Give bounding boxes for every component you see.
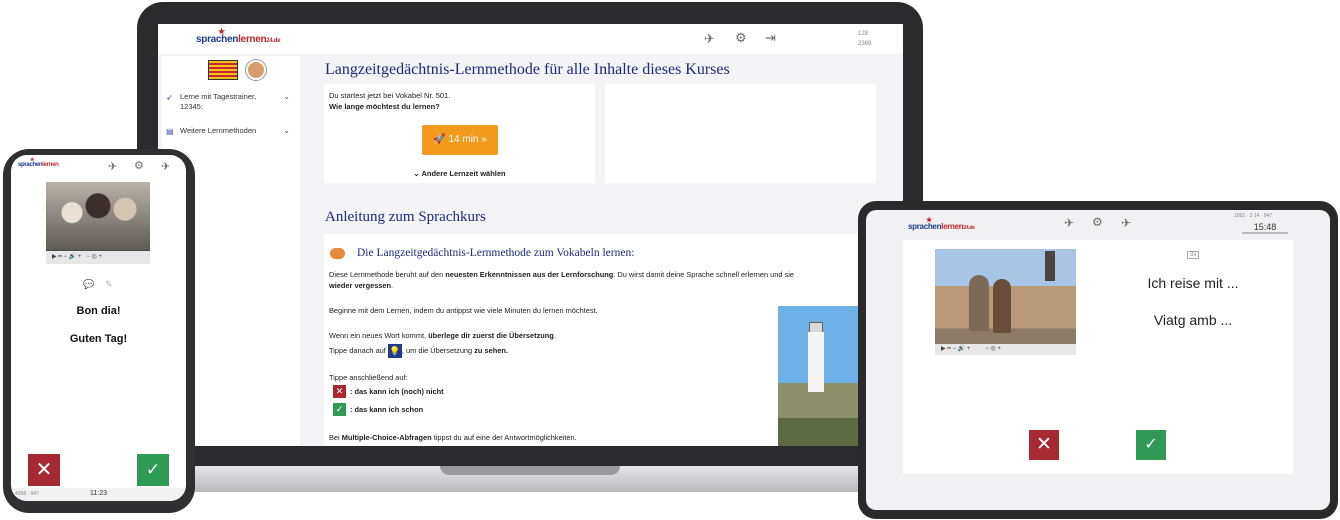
guide-paragraph-3: Wenn ein neues Wort kommt, überlege dir … [329, 331, 556, 340]
business-people-image [46, 182, 150, 250]
guide-paragraph-1: Diese Lernmethode beruht auf den neueste… [329, 270, 795, 279]
word-source: Ich reise mit ... [1147, 275, 1239, 291]
phrase-translation: Guten Tag! [69, 333, 128, 345]
plane-off-icon[interactable]: ✈ [704, 32, 715, 45]
video-player[interactable]: ▶ ━ − 🔊 + − ◎ + [935, 249, 1076, 355]
check-icon: ✓ [333, 403, 346, 416]
brand-logo[interactable]: ★ sprachenlernen24.de [196, 27, 280, 45]
guide-paragraph-1-cont: wieder vergessen. [329, 281, 394, 290]
plane-icon[interactable]: ✈ [161, 162, 170, 173]
start-card: Du startest jetzt bei Vokabel Nr. 501. W… [324, 84, 595, 183]
chevron-down-icon: ⌄ [283, 126, 290, 135]
timer: 15:48 [1242, 222, 1288, 234]
gear-icon[interactable]: ⚙ [735, 31, 747, 44]
logout-icon[interactable]: ⇥ [765, 31, 776, 44]
guide-paragraph-6: Bei Multiple-Choice-Abfragen tippst du a… [329, 433, 577, 442]
rocket-icon: ➶ [166, 93, 173, 102]
close-icon: ✕ [333, 385, 346, 398]
guide-paragraph-5: Tippe anschließend auf: [329, 373, 408, 382]
top-bar: ★ sprachenlernen24.de ✈ ⚙ ⇥ 128 2389 [158, 24, 903, 54]
video-controls[interactable]: ▶ ━ − 🔊 + − ◎ + [935, 344, 1076, 355]
laptop-notch [440, 466, 620, 475]
phone-status-bar: 4098 · 947 11:23 [11, 488, 186, 501]
empty-card [605, 84, 876, 183]
dont-know-button[interactable]: ✕ [28, 454, 60, 486]
catalan-flag-icon[interactable] [208, 60, 238, 80]
page-title: Langzeitgedächtnis-Lernmethode für alle … [325, 61, 730, 78]
chevron-down-icon: ⌄ [283, 92, 290, 101]
lightbulb-icon: 💡 [387, 344, 402, 358]
avatar[interactable] [246, 60, 266, 80]
option-no-label: : das kann ich (noch) nicht [350, 387, 444, 396]
know-button[interactable]: ✓ [137, 454, 169, 486]
other-time-link[interactable]: ⌄ Andere Lernzeit wählen [324, 169, 595, 178]
main-content: Langzeitgedächtnis-Lernmethode für alle … [304, 54, 903, 446]
dont-know-button[interactable]: ✕ [1029, 430, 1059, 460]
video-player[interactable]: ▶ ━ − 🔊 + − ◎ + [46, 182, 150, 264]
lighthouse-image [778, 306, 858, 446]
devices-showcase: ★ sprachenlernen24.de ✈ ⚙ ⇥ 128 2389 ➶ L… [0, 0, 1340, 520]
guide-paragraph-4: Tippe danach auf 💡, um die Übersetzung z… [329, 344, 508, 358]
flashcard: ▶ ━ − 🔊 + − ◎ + 3x Ich reise mit ... Via… [903, 240, 1293, 474]
burger-icon [330, 248, 345, 259]
guide-title: Anleitung zum Sprachkurs [325, 209, 486, 225]
header-stats: 1092 · 3 14 · 947 [1234, 213, 1273, 219]
phone-screen: ★ sprachenlernen ✈ ⚙ ✈ ▶ ━ − 🔊 + − ◎ + 💬… [11, 155, 186, 501]
star-icon: ★ [30, 157, 35, 163]
guide-heading: Die Langzeitgedächtnis-Lernmethode zum V… [357, 247, 635, 259]
repeat-badge: 3x [1187, 251, 1200, 259]
header-stats: 128 2389 [858, 31, 872, 47]
tablet-screen: ★ sprachenlernen24.de ✈ ⚙ ✈ 1092 · 3 14 … [866, 210, 1330, 510]
start-time-button[interactable]: 🚀 14 min » [422, 125, 498, 155]
gear-icon[interactable]: ⚙ [134, 161, 144, 172]
guide-paragraph-2: Beginne mit dem Lernen, indem du antipps… [329, 306, 598, 315]
guide-card: Die Langzeitgedächtnis-Lernmethode zum V… [324, 234, 903, 446]
laptop-screen: ★ sprachenlernen24.de ✈ ⚙ ⇥ 128 2389 ➶ L… [158, 24, 903, 446]
book-icon: ▤ [166, 127, 174, 136]
speech-bubble-icon[interactable]: 💬 [83, 280, 94, 289]
star-icon: ★ [218, 27, 225, 36]
brand-logo[interactable]: ★ sprachenlernen [18, 157, 59, 168]
video-controls[interactable]: ▶ ━ − 🔊 + − ◎ + [46, 251, 150, 264]
brand-logo[interactable]: ★ sprachenlernen24.de [908, 217, 975, 231]
know-button[interactable]: ✓ [1136, 430, 1166, 460]
plane-off-icon[interactable]: ✈ [1064, 217, 1074, 229]
tourist-image [969, 275, 989, 331]
pencil-icon[interactable]: ✎ [105, 280, 113, 289]
option-yes-label: : das kann ich schon [350, 405, 424, 414]
phrase-source: Bon dia! [76, 305, 121, 317]
word-translation: Viatg amb ... [1153, 312, 1233, 328]
plane-icon[interactable]: ✈ [1121, 217, 1131, 229]
plane-off-icon[interactable]: ✈ [108, 162, 117, 173]
star-icon: ★ [926, 217, 932, 224]
gear-icon[interactable]: ⚙ [1092, 216, 1103, 228]
